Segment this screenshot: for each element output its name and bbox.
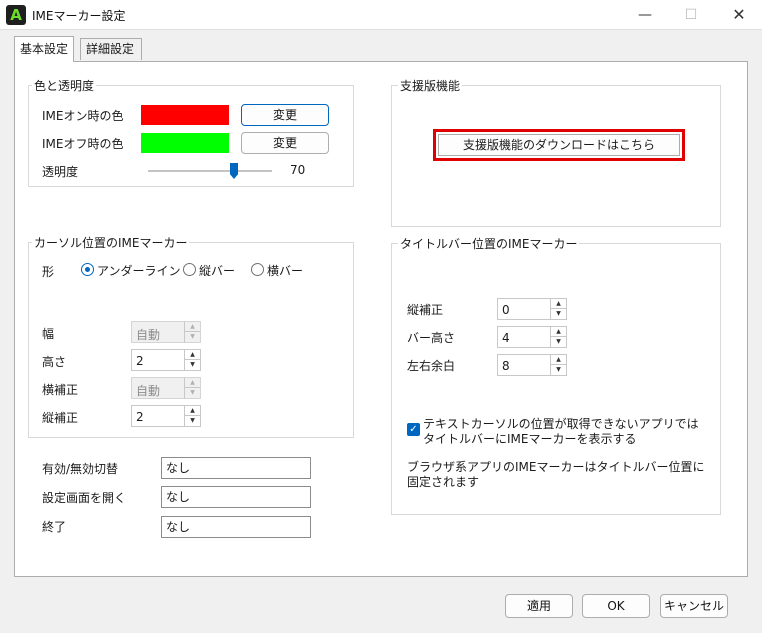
tb-bar-height-stepper[interactable]: 4 ▲ ▼ bbox=[497, 326, 567, 348]
toggle-hotkey-label: 有効/無効切替 bbox=[42, 462, 119, 476]
titlebar-marker-title: タイトルバー位置のIMEマーカー bbox=[398, 235, 580, 252]
height-value[interactable]: 2 bbox=[136, 354, 144, 368]
toggle-hotkey-field[interactable]: なし bbox=[161, 457, 311, 479]
height-stepper[interactable]: 2 ▲ ▼ bbox=[131, 349, 201, 371]
h-offset-stepper: 自動 ▲ ▼ bbox=[131, 377, 201, 399]
v-offset-up-icon[interactable]: ▲ bbox=[185, 406, 200, 416]
v-offset-label: 縦補正 bbox=[42, 411, 79, 425]
shape-hbar-label[interactable]: 横バー bbox=[267, 262, 303, 279]
height-label: 高さ bbox=[42, 355, 67, 369]
app-icon: A bbox=[6, 5, 26, 25]
width-label: 幅 bbox=[42, 327, 55, 341]
ime-on-change-button[interactable]: 変更 bbox=[241, 104, 329, 126]
h-offset-value: 自動 bbox=[136, 384, 161, 398]
ime-on-color-swatch bbox=[141, 105, 229, 125]
window-title: IMEマーカー設定 bbox=[32, 9, 126, 23]
cancel-button[interactable]: キャンセル bbox=[660, 594, 728, 618]
height-up-icon[interactable]: ▲ bbox=[185, 350, 200, 360]
shape-vbar-radio[interactable] bbox=[183, 263, 196, 276]
h-offset-down-icon: ▼ bbox=[190, 389, 195, 396]
tb-margin-label: 左右余白 bbox=[407, 359, 456, 373]
ime-off-color-label: IMEオフ時の色 bbox=[42, 137, 124, 151]
ime-off-change-button[interactable]: 変更 bbox=[241, 132, 329, 154]
download-support-button[interactable]: 支援版機能のダウンロードはこちら bbox=[438, 134, 680, 156]
width-down-icon: ▼ bbox=[190, 333, 195, 340]
shape-underline-radio[interactable] bbox=[81, 263, 94, 276]
tb-v-offset-down-icon[interactable]: ▼ bbox=[551, 309, 566, 319]
tb-bar-height-value[interactable]: 4 bbox=[502, 331, 510, 345]
support-title: 支援版機能 bbox=[398, 77, 463, 94]
open-settings-hotkey-label: 設定画面を開く bbox=[42, 491, 127, 505]
h-offset-label: 横補正 bbox=[42, 383, 79, 397]
shape-underline-label[interactable]: アンダーライン bbox=[97, 262, 181, 279]
title-bar: A IMEマーカー設定 — ☐ ✕ bbox=[0, 0, 762, 30]
ok-button[interactable]: OK bbox=[582, 594, 650, 618]
tb-v-offset-value[interactable]: 0 bbox=[502, 303, 510, 317]
shape-label: 形 bbox=[42, 265, 55, 279]
h-offset-up-icon: ▲ bbox=[185, 378, 200, 388]
tb-margin-down-icon[interactable]: ▼ bbox=[551, 365, 566, 375]
opacity-value: 70 bbox=[290, 163, 306, 177]
v-offset-value[interactable]: 2 bbox=[136, 410, 144, 424]
width-stepper: 自動 ▲ ▼ bbox=[131, 321, 201, 343]
tb-bar-height-up-icon[interactable]: ▲ bbox=[551, 327, 566, 337]
apply-button[interactable]: 適用 bbox=[505, 594, 573, 618]
tb-margin-stepper[interactable]: 8 ▲ ▼ bbox=[497, 354, 567, 376]
v-offset-stepper[interactable]: 2 ▲ ▼ bbox=[131, 405, 201, 427]
maximize-button: ☐ bbox=[684, 7, 698, 23]
opacity-slider[interactable] bbox=[148, 170, 272, 172]
browser-note-line2: 固定されます bbox=[407, 475, 480, 489]
titlebar-fallback-checkbox[interactable]: ✓ bbox=[407, 423, 420, 436]
shape-vbar-label[interactable]: 縦バー bbox=[199, 262, 235, 279]
tb-v-offset-label: 縦補正 bbox=[407, 303, 444, 317]
color-opacity-title: 色と透明度 bbox=[32, 77, 97, 94]
height-down-icon[interactable]: ▼ bbox=[185, 360, 200, 370]
v-offset-down-icon[interactable]: ▼ bbox=[185, 416, 200, 426]
tab-basic-settings[interactable]: 基本設定 bbox=[14, 36, 75, 62]
close-button[interactable]: ✕ bbox=[716, 0, 762, 30]
tb-v-offset-stepper[interactable]: 0 ▲ ▼ bbox=[497, 298, 567, 320]
shape-hbar-radio[interactable] bbox=[251, 263, 264, 276]
open-settings-hotkey-field[interactable]: なし bbox=[161, 486, 311, 508]
exit-hotkey-label: 終了 bbox=[42, 520, 67, 534]
ime-on-color-label: IMEオン時の色 bbox=[42, 109, 124, 123]
width-value: 自動 bbox=[136, 328, 161, 342]
checkbox-text-line2[interactable]: タイトルバーにIMEマーカーを表示する bbox=[423, 430, 636, 447]
width-up-icon: ▲ bbox=[185, 322, 200, 332]
download-highlight: 支援版機能のダウンロードはこちら bbox=[433, 129, 685, 161]
tb-bar-height-down-icon[interactable]: ▼ bbox=[551, 337, 566, 347]
cursor-marker-title: カーソル位置のIMEマーカー bbox=[32, 234, 190, 251]
tab-detail-settings[interactable]: 詳細設定 bbox=[80, 38, 142, 60]
tb-bar-height-label: バー高さ bbox=[407, 331, 456, 345]
tb-margin-up-icon[interactable]: ▲ bbox=[551, 355, 566, 365]
minimize-button[interactable]: — bbox=[622, 0, 668, 30]
tb-v-offset-up-icon[interactable]: ▲ bbox=[551, 299, 566, 309]
ime-off-color-swatch bbox=[141, 133, 229, 153]
tb-margin-value[interactable]: 8 bbox=[502, 359, 510, 373]
exit-hotkey-field[interactable]: なし bbox=[161, 516, 311, 538]
opacity-label: 透明度 bbox=[42, 165, 79, 179]
